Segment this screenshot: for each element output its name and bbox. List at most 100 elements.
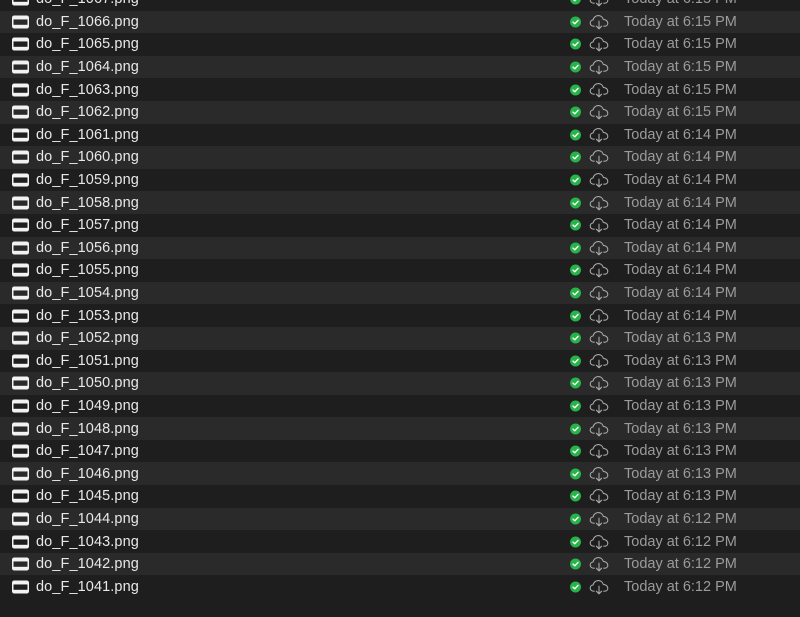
file-name: do_F_1045.png (36, 488, 139, 505)
file-date-modified: Today at 6:12 PM (624, 578, 737, 595)
file-name: do_F_1060.png (36, 149, 139, 166)
file-date-modified: Today at 6:14 PM (624, 217, 737, 234)
file-row[interactable]: do_F_1058.png Today at 6:14 PM (0, 191, 800, 214)
file-row[interactable]: do_F_1063.png Today at 6:15 PM (0, 78, 800, 101)
file-row[interactable]: do_F_1052.png Today at 6:13 PM (0, 326, 800, 350)
synced-checkmark-icon (570, 106, 581, 118)
file-row[interactable]: do_F_1053.png Today at 6:14 PM (0, 304, 800, 327)
cloud-download-icon[interactable] (589, 217, 609, 233)
image-file-icon (12, 444, 29, 458)
cloud-download-icon[interactable] (589, 308, 609, 324)
synced-checkmark-icon (570, 581, 581, 593)
cloud-download-icon[interactable] (589, 466, 609, 482)
synced-checkmark-icon (570, 558, 581, 570)
file-date-modified: Today at 6:13 PM (624, 465, 737, 482)
file-row[interactable]: do_F_1060.png Today at 6:14 PM (0, 146, 800, 169)
image-file-icon (12, 173, 29, 187)
cloud-download-icon[interactable] (589, 330, 609, 346)
file-name: do_F_1062.png (36, 104, 139, 121)
image-file-icon (12, 241, 29, 255)
file-name: do_F_1050.png (36, 375, 139, 392)
cloud-download-icon[interactable] (589, 0, 609, 7)
file-date-modified: Today at 6:13 PM (624, 443, 737, 460)
cloud-download-icon[interactable] (589, 36, 609, 52)
image-file-icon (12, 0, 29, 6)
file-name: do_F_1064.png (36, 59, 139, 76)
synced-checkmark-icon (570, 129, 581, 141)
cloud-download-icon[interactable] (589, 82, 609, 98)
file-name: do_F_1059.png (36, 172, 139, 189)
file-row[interactable]: do_F_1067.png Today at 6:15 PM (0, 0, 800, 11)
file-row[interactable]: do_F_1064.png Today at 6:15 PM (0, 55, 800, 79)
synced-checkmark-icon (570, 287, 581, 299)
file-row[interactable]: do_F_1050.png Today at 6:13 PM (0, 372, 800, 395)
file-name: do_F_1055.png (36, 262, 139, 279)
file-row[interactable]: do_F_1048.png Today at 6:13 PM (0, 417, 800, 440)
cloud-download-icon[interactable] (589, 443, 609, 459)
file-row[interactable]: do_F_1054.png Today at 6:14 PM (0, 281, 800, 305)
synced-checkmark-icon (570, 513, 581, 525)
image-file-icon (12, 376, 29, 390)
synced-checkmark-icon (570, 490, 581, 502)
file-name: do_F_1049.png (36, 397, 139, 414)
synced-checkmark-icon (570, 400, 581, 412)
file-date-modified: Today at 6:15 PM (624, 36, 737, 53)
cloud-download-icon[interactable] (589, 421, 609, 437)
cloud-download-icon[interactable] (589, 353, 609, 369)
cloud-download-icon[interactable] (589, 488, 609, 504)
image-file-icon (12, 557, 29, 571)
image-file-icon (12, 263, 29, 277)
file-row[interactable]: do_F_1065.png Today at 6:15 PM (0, 33, 800, 56)
cloud-download-icon[interactable] (589, 240, 609, 256)
image-file-icon (12, 399, 29, 413)
image-file-icon (12, 83, 29, 97)
file-row[interactable]: do_F_1047.png Today at 6:13 PM (0, 439, 800, 463)
file-name: do_F_1066.png (36, 13, 139, 30)
file-row[interactable]: do_F_1062.png Today at 6:15 PM (0, 100, 800, 124)
image-file-icon (12, 286, 29, 300)
file-name: do_F_1041.png (36, 578, 139, 595)
file-name: do_F_1043.png (36, 533, 139, 550)
cloud-download-icon[interactable] (589, 375, 609, 391)
file-row[interactable]: do_F_1044.png Today at 6:12 PM (0, 507, 800, 531)
file-date-modified: Today at 6:13 PM (624, 330, 737, 347)
file-row[interactable]: do_F_1042.png Today at 6:12 PM (0, 552, 800, 576)
file-name: do_F_1042.png (36, 556, 139, 573)
cloud-download-icon[interactable] (589, 398, 609, 414)
file-row[interactable]: do_F_1049.png Today at 6:13 PM (0, 394, 800, 418)
file-row[interactable]: do_F_1043.png Today at 6:12 PM (0, 530, 800, 553)
file-row[interactable]: do_F_1046.png Today at 6:13 PM (0, 462, 800, 486)
cloud-download-icon[interactable] (589, 534, 609, 550)
cloud-download-icon[interactable] (589, 14, 609, 30)
file-row[interactable]: do_F_1066.png Today at 6:15 PM (0, 10, 800, 34)
cloud-download-icon[interactable] (589, 149, 609, 165)
cloud-download-icon[interactable] (589, 195, 609, 211)
file-row[interactable]: do_F_1056.png Today at 6:14 PM (0, 236, 800, 260)
file-row[interactable]: do_F_1041.png Today at 6:12 PM (0, 575, 800, 599)
file-list[interactable]: do_F_1067.png Today at 6:15 PM do_F_1066… (0, 0, 800, 605)
image-file-icon (12, 354, 29, 368)
file-row[interactable]: do_F_1059.png Today at 6:14 PM (0, 168, 800, 192)
file-date-modified: Today at 6:14 PM (624, 262, 737, 279)
cloud-download-icon[interactable] (589, 262, 609, 278)
file-row[interactable]: do_F_1051.png Today at 6:13 PM (0, 349, 800, 373)
cloud-download-icon[interactable] (589, 127, 609, 143)
cloud-download-icon[interactable] (589, 285, 609, 301)
file-row[interactable]: do_F_1055.png Today at 6:14 PM (0, 259, 800, 282)
cloud-download-icon[interactable] (589, 104, 609, 120)
cloud-download-icon[interactable] (589, 511, 609, 527)
image-file-icon (12, 128, 29, 142)
cloud-download-icon[interactable] (589, 556, 609, 572)
image-file-icon (12, 535, 29, 549)
cloud-download-icon[interactable] (589, 579, 609, 595)
file-row[interactable]: do_F_1057.png Today at 6:14 PM (0, 213, 800, 237)
image-file-icon (12, 37, 29, 51)
cloud-download-icon[interactable] (589, 59, 609, 75)
file-date-modified: Today at 6:15 PM (624, 81, 737, 98)
file-date-modified: Today at 6:14 PM (624, 239, 737, 256)
cloud-download-icon[interactable] (589, 172, 609, 188)
file-date-modified: Today at 6:13 PM (624, 352, 737, 369)
file-row[interactable]: do_F_1045.png Today at 6:13 PM (0, 485, 800, 508)
synced-checkmark-icon (570, 242, 581, 254)
file-row[interactable]: do_F_1061.png Today at 6:14 PM (0, 123, 800, 147)
